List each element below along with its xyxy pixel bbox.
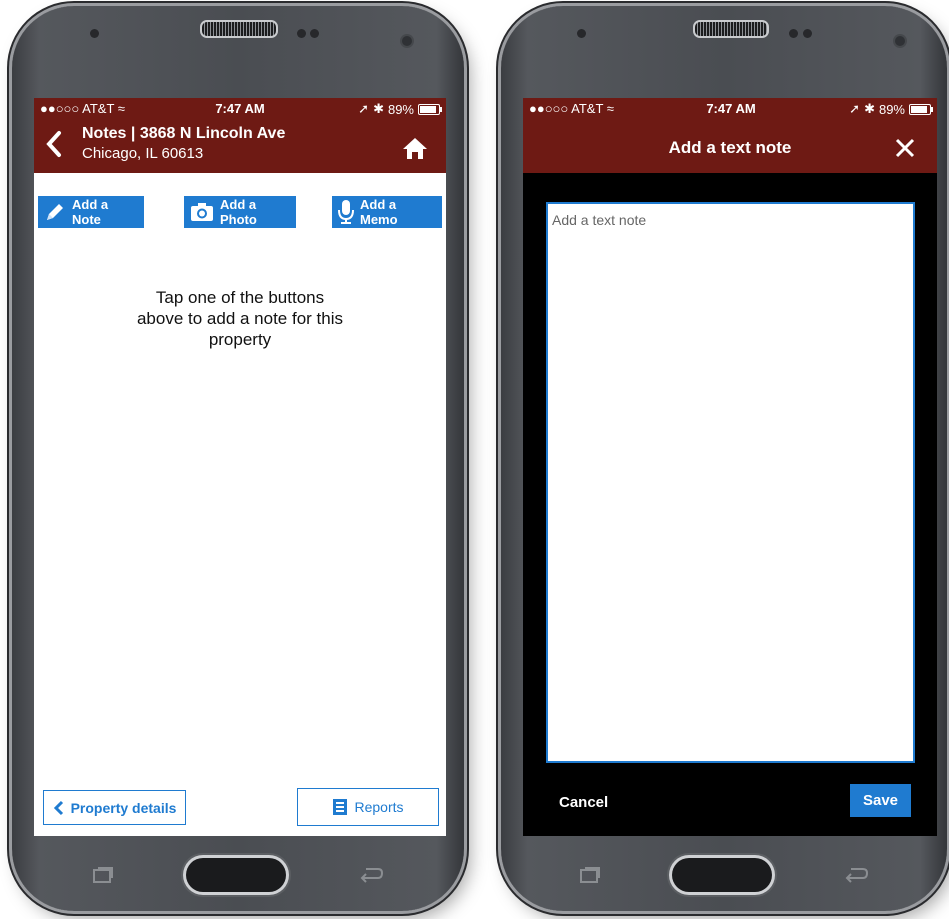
recent-apps-icon[interactable] — [579, 866, 601, 884]
earpiece-speaker — [200, 20, 278, 38]
add-memo-button[interactable]: Add a Memo — [332, 196, 442, 228]
battery-indicator: ➚ ✱ 89% — [849, 101, 933, 117]
back-key-icon[interactable] — [358, 866, 384, 884]
home-icon — [403, 138, 427, 159]
camera-icon — [191, 203, 213, 221]
add-photo-label: Add a Photo — [220, 197, 257, 227]
property-details-label: Property details — [70, 799, 177, 816]
hint-line: property — [208, 330, 272, 349]
close-icon — [895, 138, 915, 158]
status-bar: ●●○○○ AT&T ≈ 7:47 AM ➚ ✱ 89% — [523, 98, 937, 118]
battery-indicator: ➚ ✱ 89% — [358, 101, 442, 117]
sensor-dot — [297, 29, 306, 38]
battery-icon — [909, 103, 933, 115]
home-key[interactable] — [672, 858, 772, 892]
reports-button[interactable]: Reports — [297, 788, 439, 826]
add-memo-label: Add a Memo — [360, 197, 398, 227]
carrier-label: ●●○○○ AT&T ≈ — [40, 101, 125, 116]
battery-level — [420, 105, 437, 113]
pencil-icon — [47, 204, 63, 220]
battery-level — [911, 105, 928, 113]
hardware-nav-bar — [12, 858, 464, 892]
clock: 7:47 AM — [215, 101, 265, 116]
add-note-button[interactable]: Add a Note — [38, 196, 144, 228]
location-icon: ➚ — [849, 101, 861, 116]
location-icon: ➚ — [358, 101, 370, 116]
sensor-dot — [803, 29, 812, 38]
reports-label: Reports — [354, 799, 404, 815]
carrier-label: ●●○○○ AT&T ≈ — [529, 101, 614, 116]
close-button[interactable] — [895, 138, 915, 158]
phone-right: ●●○○○ AT&T ≈ 7:47 AM ➚ ✱ 89% Add a text … — [501, 6, 947, 911]
page-subtitle: Chicago, IL 60613 — [82, 145, 204, 162]
empty-state-hint: Tap one of the buttons above to add a no… — [34, 287, 446, 350]
page-title: Notes | 3868 N Lincoln Ave — [82, 125, 286, 142]
header-bar: ●●○○○ AT&T ≈ 7:47 AM ➚ ✱ 89% Add a text … — [523, 98, 937, 173]
front-camera — [895, 36, 905, 46]
microphone-icon — [338, 200, 354, 224]
header-bar: ●●○○○ AT&T ≈ 7:47 AM ➚ ✱ 89% Notes | 386… — [34, 98, 446, 173]
hint-line: above to add a note for this — [136, 309, 344, 328]
back-button[interactable] — [44, 130, 68, 160]
screen-notes: ●●○○○ AT&T ≈ 7:47 AM ➚ ✱ 89% Notes | 386… — [34, 98, 446, 836]
battery-icon — [418, 103, 442, 115]
chevron-left-icon — [46, 131, 61, 157]
cancel-button[interactable]: Cancel — [559, 794, 608, 811]
home-key[interactable] — [186, 858, 286, 892]
property-details-button[interactable]: Property details — [43, 790, 186, 825]
bluetooth-icon: ✱ — [373, 101, 384, 116]
back-key-icon[interactable] — [843, 866, 869, 884]
chevron-left-icon — [53, 800, 63, 815]
home-button[interactable] — [402, 136, 428, 162]
report-icon — [333, 799, 348, 815]
hint-line: Tap one of the buttons — [155, 288, 325, 307]
proximity-sensor — [90, 29, 99, 38]
front-camera — [402, 36, 412, 46]
phone-left: ●●○○○ AT&T ≈ 7:47 AM ➚ ✱ 89% Notes | 386… — [12, 6, 464, 911]
add-photo-button[interactable]: Add a Photo — [184, 196, 296, 228]
status-bar: ●●○○○ AT&T ≈ 7:47 AM ➚ ✱ 89% — [34, 98, 446, 118]
add-note-label: Add a Note — [72, 197, 109, 227]
recent-apps-icon[interactable] — [92, 866, 114, 884]
page-title: Add a text note — [668, 138, 792, 157]
bluetooth-icon: ✱ — [864, 101, 875, 116]
sensor-dot — [310, 29, 319, 38]
sensor-dot — [789, 29, 798, 38]
note-textarea[interactable]: Add a text note — [546, 202, 915, 763]
textarea-placeholder: Add a text note — [552, 212, 647, 228]
hardware-nav-bar — [501, 858, 947, 892]
save-button[interactable]: Save — [850, 784, 911, 817]
battery-percent: 89% — [878, 101, 905, 117]
battery-percent: 89% — [387, 101, 414, 117]
clock: 7:47 AM — [706, 101, 756, 116]
screen-add-text-note: ●●○○○ AT&T ≈ 7:47 AM ➚ ✱ 89% Add a text … — [523, 98, 937, 836]
earpiece-speaker — [693, 20, 769, 38]
proximity-sensor — [577, 29, 586, 38]
